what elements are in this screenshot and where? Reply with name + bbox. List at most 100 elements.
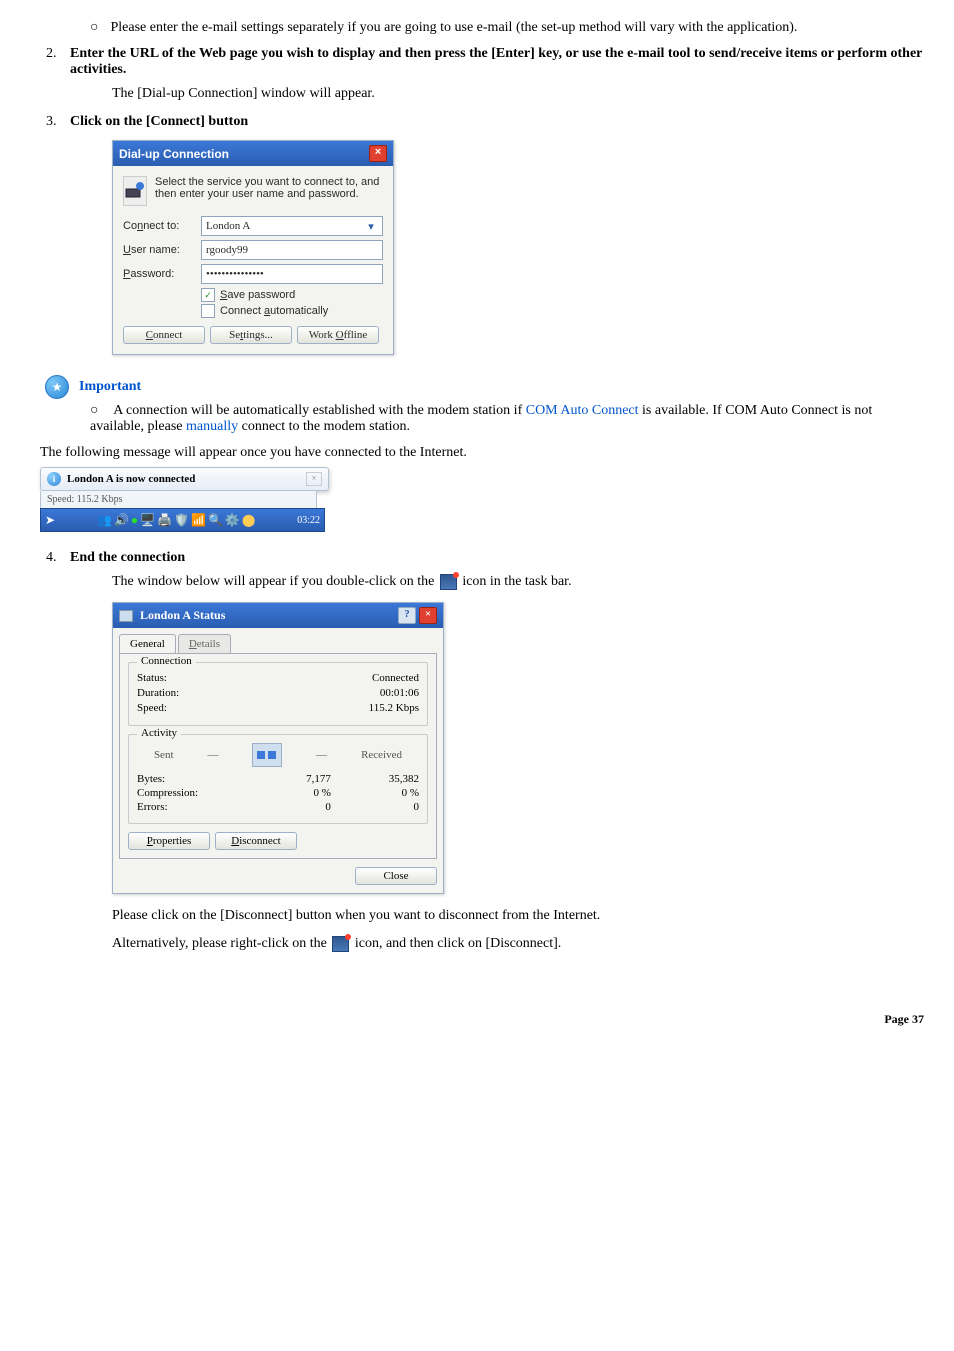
s4-l1b: icon in the task bar. <box>462 574 571 589</box>
connect-to-combo[interactable]: London A ▾ <box>201 216 383 236</box>
step-4: End the connection The window below will… <box>60 550 924 952</box>
closing-line-1: Please click on the [Disconnect] button … <box>112 908 924 924</box>
tray-icon[interactable]: 🛡️ <box>174 513 189 528</box>
work-offline-button[interactable]: Work Offline <box>297 326 379 344</box>
comp-label: Compression: <box>137 787 243 799</box>
connection-tray-icon <box>332 936 349 952</box>
s4-l1a: The window below will appear if you doub… <box>112 574 438 589</box>
password-value: ••••••••••••••• <box>206 268 264 280</box>
tray-icon[interactable]: 📶 <box>191 513 206 528</box>
tab-general[interactable]: General <box>119 634 176 653</box>
connection-group: Connection Status:Connected Duration:00:… <box>128 662 428 726</box>
err-label: Errors: <box>137 801 243 813</box>
dialup-message: Select the service you want to connect t… <box>155 176 383 206</box>
tray-icon[interactable]: 🖨️ <box>157 513 172 528</box>
password-label: Password: <box>123 268 193 280</box>
connected-balloon: i London A is now connected × <box>40 467 329 491</box>
duration-label: Duration: <box>137 687 179 699</box>
bytes-sent: 7,177 <box>243 773 331 785</box>
connect-to-label: Connect to: <box>123 220 193 232</box>
sent-label: Sent <box>154 749 174 761</box>
important-item: A connection will be automatically estab… <box>90 403 924 435</box>
step-2-note: The [Dial-up Connection] window will app… <box>112 86 924 102</box>
tray-icon[interactable]: 🔍 <box>208 513 223 528</box>
help-icon[interactable]: ? <box>398 607 416 624</box>
chevron-down-icon[interactable]: ▾ <box>364 220 378 233</box>
settings-button[interactable]: Settings... <box>210 326 292 344</box>
activity-icon <box>252 743 282 767</box>
status-titlebar[interactable]: London A Status ? × <box>113 603 443 628</box>
start-arrow-icon[interactable]: ➤ <box>45 513 55 528</box>
comp-sent: 0 % <box>243 787 331 799</box>
important-list: A connection will be automatically estab… <box>30 403 924 435</box>
bytes-label: Bytes: <box>137 773 243 785</box>
connect-msg-line: The following message will appear once y… <box>40 445 924 461</box>
duration-value: 00:01:06 <box>380 687 419 699</box>
manually-link[interactable]: manually <box>186 419 238 434</box>
system-tray: 👥 🔊 ● 🖥️ 🖨️ 🛡️ 📶 🔍 ⚙️ ⬤ <box>97 513 255 528</box>
tab-details[interactable]: Details <box>178 634 231 653</box>
username-value: rgoody99 <box>206 244 248 256</box>
status-title-label: London A Status <box>140 608 225 622</box>
close-icon[interactable]: × <box>369 145 387 162</box>
bytes-recv: 35,382 <box>331 773 419 785</box>
connect-auto-label: Connect automatically <box>220 305 328 317</box>
step-2: Enter the URL of the Web page you wish t… <box>60 46 924 102</box>
err-sent: 0 <box>243 801 331 813</box>
connect-auto-checkbox[interactable] <box>201 304 215 318</box>
tray-icon[interactable]: 🖥️ <box>140 513 155 528</box>
important-t3: connect to the modem station. <box>238 419 410 434</box>
comp-recv: 0 % <box>331 787 419 799</box>
username-label: User name: <box>123 244 193 256</box>
window-icon <box>119 610 133 622</box>
closing-line-2: Alternatively, please right-click on the… <box>112 936 924 952</box>
close-button[interactable]: Close <box>355 867 437 885</box>
modem-icon <box>123 176 147 206</box>
page-number: Page 37 <box>30 1012 924 1027</box>
speed-value: 115.2 Kbps <box>369 702 419 714</box>
status-title-text: London A Status <box>119 608 225 623</box>
err-recv: 0 <box>331 801 419 813</box>
step-3: Click on the [Connect] button Dial-up Co… <box>60 114 924 355</box>
dialup-title-text: Dial-up Connection <box>119 147 229 161</box>
step-4-title: End the connection <box>70 550 185 565</box>
important-t1: A connection will be automatically estab… <box>113 403 526 418</box>
disconnect-button[interactable]: Disconnect <box>215 832 297 850</box>
activity-group: Activity Sent — — Received Bytes:7,17735… <box>128 734 428 824</box>
com-auto-connect-link[interactable]: COM Auto Connect <box>526 403 639 418</box>
step-4-line: The window below will appear if you doub… <box>112 574 924 590</box>
intro-bullets: Please enter the e-mail settings separat… <box>30 20 924 36</box>
dialup-titlebar[interactable]: Dial-up Connection × <box>113 141 393 166</box>
step-2-title: Enter the URL of the Web page you wish t… <box>70 46 922 77</box>
speed-label: Speed: <box>137 702 167 714</box>
activity-group-title: Activity <box>137 727 181 739</box>
info-icon: i <box>47 472 61 486</box>
received-label: Received <box>361 749 402 761</box>
status-value: Connected <box>372 672 419 684</box>
close-icon[interactable]: × <box>419 607 437 624</box>
important-heading: Important <box>79 379 141 395</box>
balloon-title: London A is now connected <box>67 473 195 485</box>
connect-to-value: London A <box>206 220 250 232</box>
tray-icon[interactable]: ⬤ <box>242 513 255 528</box>
username-input[interactable]: rgoody99 <box>201 240 383 260</box>
save-password-checkbox[interactable]: ✓ <box>201 288 215 302</box>
balloon-close-icon[interactable]: × <box>306 472 322 486</box>
password-input[interactable]: ••••••••••••••• <box>201 264 383 284</box>
tray-icon[interactable]: ● <box>131 513 138 528</box>
taskbar-clock: 03:22 <box>297 515 320 526</box>
tray-icon[interactable]: ⚙️ <box>225 513 240 528</box>
connect-button[interactable]: Connect <box>123 326 205 344</box>
status-label: Status: <box>137 672 167 684</box>
closing-2a: Alternatively, please right-click on the <box>112 936 330 951</box>
connection-group-title: Connection <box>137 655 196 667</box>
tray-icon[interactable]: 👥 <box>97 513 112 528</box>
dialup-dialog: Dial-up Connection × Select the service … <box>112 140 394 355</box>
balloon-speed: Speed: 115.2 Kbps <box>40 491 317 508</box>
step-3-title: Click on the [Connect] button <box>70 114 248 129</box>
properties-button[interactable]: Properties <box>128 832 210 850</box>
save-password-label: Save password <box>220 289 295 301</box>
connection-tray-icon <box>440 574 457 590</box>
tray-icon[interactable]: 🔊 <box>114 513 129 528</box>
intro-bullet-email: Please enter the e-mail settings separat… <box>90 20 924 36</box>
